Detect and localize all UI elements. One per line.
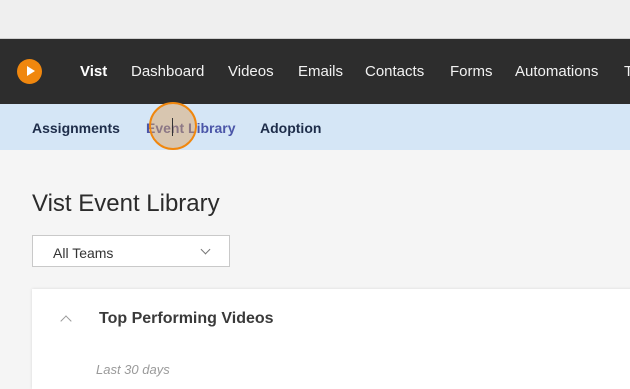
page-title: Vist Event Library xyxy=(32,190,220,217)
team-filter-value: All Teams xyxy=(53,245,114,261)
text-cursor xyxy=(172,118,173,136)
chevron-down-icon xyxy=(200,244,211,255)
vist-logo-icon[interactable] xyxy=(17,59,42,84)
team-filter-dropdown[interactable]: All Teams xyxy=(32,235,230,267)
nav-item-dashboard[interactable]: Dashboard xyxy=(131,63,204,80)
card-title: Top Performing Videos xyxy=(99,310,274,327)
nav-item-emails[interactable]: Emails xyxy=(298,63,343,80)
sub-navigation: Assignments Event Library Adoption xyxy=(0,104,630,150)
subnav-item-assignments[interactable]: Assignments xyxy=(32,120,120,136)
top-navigation: Vist Dashboard Videos Emails Contacts Fo… xyxy=(0,39,630,104)
nav-item-truncated[interactable]: T xyxy=(624,63,630,80)
nav-brand-vist[interactable]: Vist xyxy=(80,63,107,80)
browser-chrome xyxy=(0,0,630,39)
nav-item-forms[interactable]: Forms xyxy=(450,63,493,80)
nav-item-videos[interactable]: Videos xyxy=(228,63,274,80)
nav-item-contacts[interactable]: Contacts xyxy=(365,63,424,80)
click-indicator xyxy=(149,102,197,150)
card-subtitle: Last 30 days xyxy=(96,362,170,377)
subnav-item-adoption[interactable]: Adoption xyxy=(260,120,321,136)
nav-item-automations[interactable]: Automations xyxy=(515,63,598,80)
